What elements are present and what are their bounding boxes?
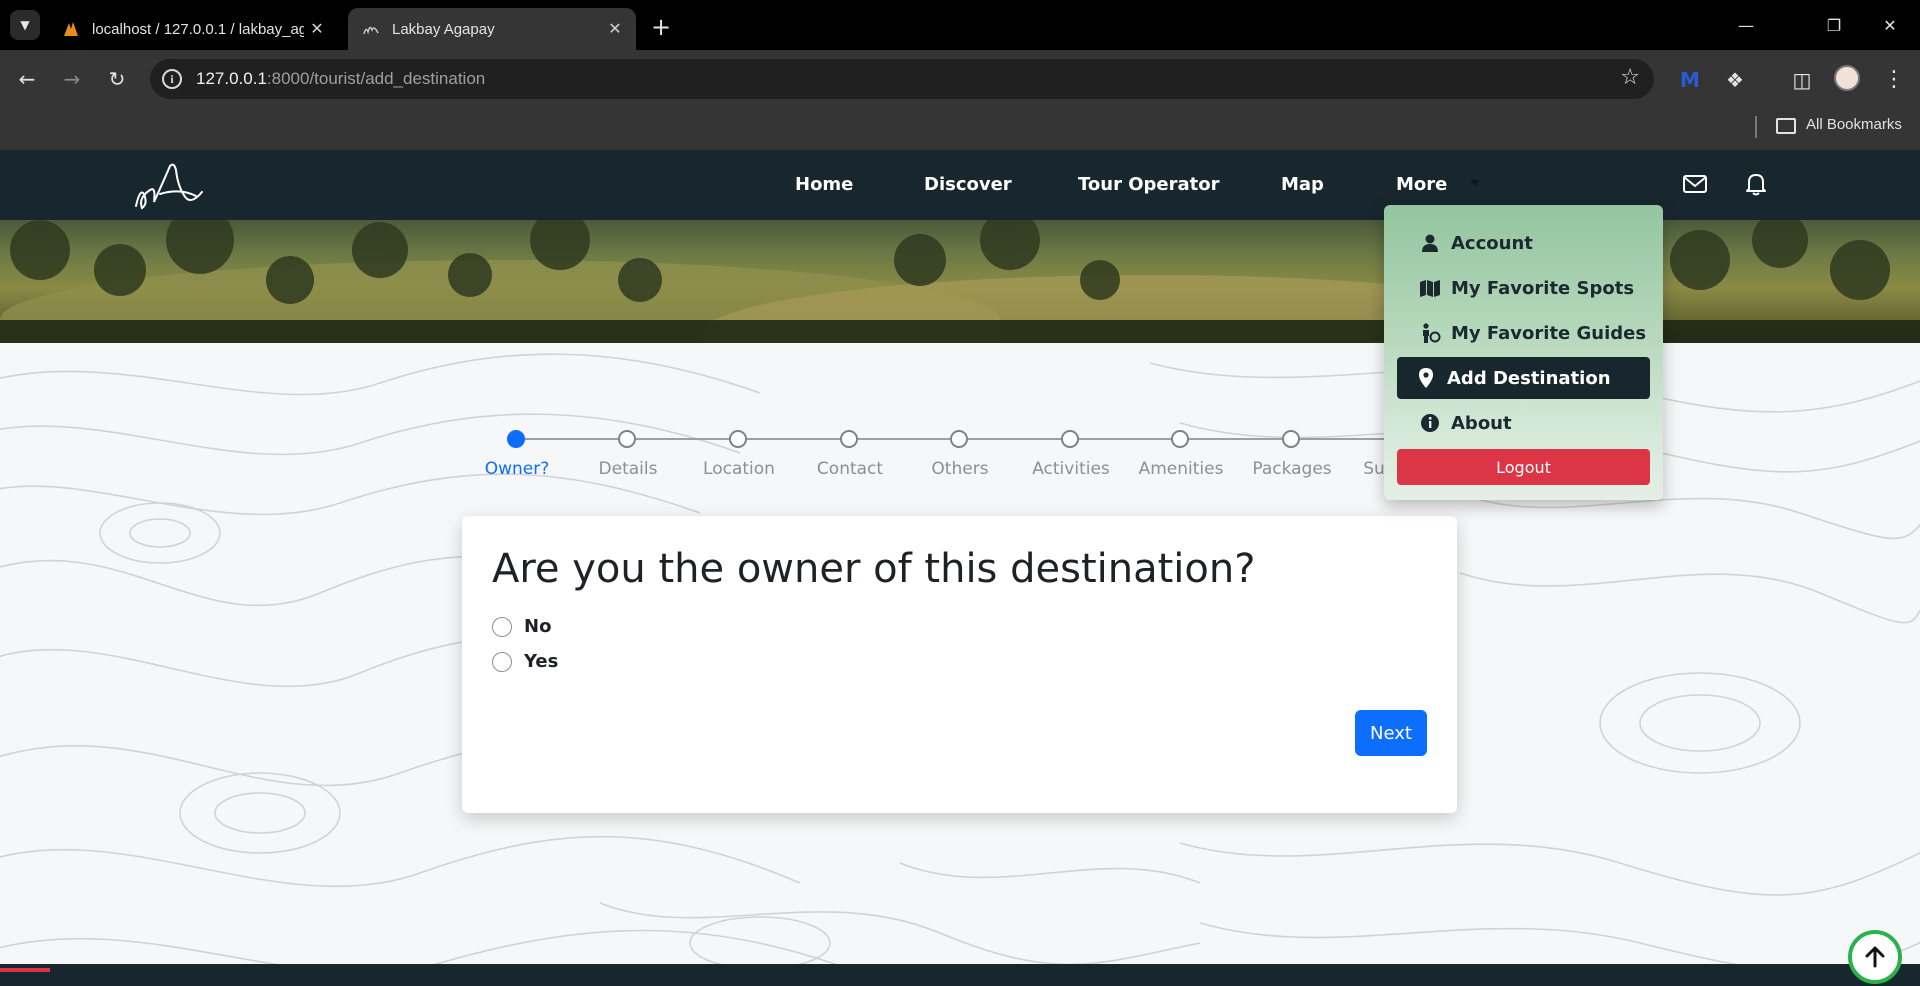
new-tab-button[interactable]: +: [646, 12, 676, 42]
close-tab-icon[interactable]: ✕: [304, 16, 330, 42]
step-dot-packages: [1282, 430, 1300, 448]
dropdown-item-favorite-guides[interactable]: My Favorite Guides: [1397, 312, 1650, 354]
guide-icon: [1423, 323, 1441, 343]
extension-m-icon[interactable]: M: [1677, 67, 1703, 93]
reload-button[interactable]: ↻: [99, 61, 135, 97]
step-dot-amenities: [1171, 430, 1189, 448]
dropdown-item-account[interactable]: Account: [1397, 222, 1650, 264]
bookmarks-bar: All Bookmarks: [0, 108, 1920, 150]
browser-tab-strip: ▼ localhost / 127.0.0.1 / lakbay_ag ✕ La…: [0, 0, 1920, 50]
browser-tab-phpmyadmin[interactable]: localhost / 127.0.0.1 / lakbay_ag ✕: [48, 8, 338, 50]
chevron-down-icon: ▼: [20, 18, 30, 32]
minimize-window-button[interactable]: —: [1726, 10, 1766, 40]
step-label-packages: Packages: [1252, 459, 1332, 479]
back-button[interactable]: ←: [9, 61, 45, 97]
step-label-details: Details: [598, 459, 658, 479]
step-dot-owner: [507, 430, 525, 448]
phpmyadmin-favicon-icon: [64, 22, 78, 36]
envelope-icon[interactable]: [1681, 170, 1709, 198]
dropdown-item-favorite-spots[interactable]: My Favorite Spots: [1397, 267, 1650, 309]
step-label-contact: Contact: [816, 459, 884, 479]
option-no[interactable]: No: [492, 616, 551, 637]
dropdown-item-add-destination[interactable]: Add Destination: [1397, 357, 1650, 399]
option-yes[interactable]: Yes: [492, 651, 558, 672]
lakbay-favicon-icon: [363, 26, 379, 35]
dropdown-item-label: About: [1451, 412, 1512, 434]
bookmark-star-icon[interactable]: ☆: [1620, 65, 1640, 90]
restore-window-button[interactable]: ❐: [1814, 10, 1854, 40]
page-content: Home Discover Tour Operator Map More Own…: [0, 150, 1920, 986]
url-path: :8000/tourist/add_destination: [266, 69, 486, 88]
step-dot-contact: [840, 430, 858, 448]
dropdown-item-label: My Favorite Guides: [1451, 322, 1647, 344]
browser-menu-icon[interactable]: ⋮: [1883, 64, 1905, 94]
arrow-left-icon: ←: [18, 67, 36, 91]
arrow-right-icon: →: [63, 67, 81, 91]
next-button[interactable]: Next: [1355, 710, 1427, 756]
step-label-amenities: Amenities: [1138, 459, 1224, 479]
nav-map[interactable]: Map: [1281, 174, 1324, 195]
option-no-label: No: [524, 616, 552, 637]
map-icon: [1420, 280, 1440, 297]
extensions-puzzle-icon[interactable]: ❖: [1722, 67, 1748, 93]
owner-question-card: Are you the owner of this destination? N…: [462, 516, 1457, 813]
step-label-owner: Owner?: [484, 459, 550, 479]
forward-button[interactable]: →: [54, 61, 90, 97]
footer-bar: [0, 964, 1920, 986]
address-bar[interactable]: i 127.0.0.1:8000/tourist/add_destination…: [150, 59, 1654, 99]
all-bookmarks-button[interactable]: All Bookmarks: [1806, 116, 1902, 133]
nav-discover[interactable]: Discover: [924, 174, 1012, 195]
dropdown-item-label: Add Destination: [1447, 367, 1611, 389]
nav-home[interactable]: Home: [795, 174, 853, 195]
dropdown-item-label: My Favorite Spots: [1451, 277, 1635, 299]
tab-title: Lakbay Agapay: [392, 20, 495, 38]
footer-accent: [0, 968, 50, 972]
info-icon: [1421, 414, 1439, 432]
url-host: 127.0.0.1: [196, 69, 267, 88]
dropdown-item-label: Account: [1451, 232, 1533, 254]
logout-button[interactable]: Logout: [1397, 449, 1650, 485]
site-info-icon[interactable]: i: [162, 69, 182, 89]
tab-search-button[interactable]: ▼: [10, 10, 40, 40]
close-tab-icon[interactable]: ✕: [602, 16, 628, 42]
lakbay-logo[interactable]: [130, 158, 206, 212]
tab-title: localhost / 127.0.0.1 / lakbay_ag: [92, 20, 304, 38]
dropdown-caret-icon: [1470, 180, 1480, 186]
step-label-location: Location: [703, 459, 775, 479]
browser-tab-lakbay[interactable]: Lakbay Agapay ✕: [348, 8, 636, 50]
scroll-to-top-button[interactable]: [1848, 930, 1902, 984]
bell-icon[interactable]: [1742, 170, 1770, 198]
browser-toolbar: ← → ↻ i 127.0.0.1:8000/tourist/add_desti…: [0, 50, 1920, 108]
step-dot-others: [950, 430, 968, 448]
arrow-up-icon: [1865, 946, 1885, 968]
user-icon: [1422, 234, 1438, 252]
option-yes-label: Yes: [524, 651, 559, 672]
radio-yes[interactable]: [492, 651, 512, 672]
question-heading: Are you the owner of this destination?: [492, 546, 1256, 592]
step-label-others: Others: [931, 459, 989, 479]
radio-no[interactable]: [492, 616, 512, 637]
profile-avatar[interactable]: [1834, 65, 1860, 91]
reload-icon: ↻: [108, 67, 126, 91]
more-dropdown-menu: Account My Favorite Spots My Favorite Gu…: [1384, 205, 1663, 500]
location-pin-icon: [1419, 368, 1433, 388]
nav-more[interactable]: More: [1396, 174, 1447, 195]
step-dot-details: [618, 430, 636, 448]
step-label-activities: Activities: [1032, 459, 1110, 479]
side-panel-icon[interactable]: ◫: [1789, 67, 1815, 93]
step-label-submit: Su: [1363, 459, 1385, 479]
step-dot-location: [729, 430, 747, 448]
folder-icon: [1776, 118, 1796, 134]
url-text: 127.0.0.1:8000/tourist/add_destination: [196, 69, 485, 89]
step-dot-activities: [1061, 430, 1079, 448]
nav-tour-operator[interactable]: Tour Operator: [1078, 174, 1219, 195]
close-window-button[interactable]: ✕: [1870, 10, 1910, 40]
dropdown-item-about[interactable]: About: [1397, 402, 1650, 444]
bookmarks-separator: [1755, 116, 1757, 138]
